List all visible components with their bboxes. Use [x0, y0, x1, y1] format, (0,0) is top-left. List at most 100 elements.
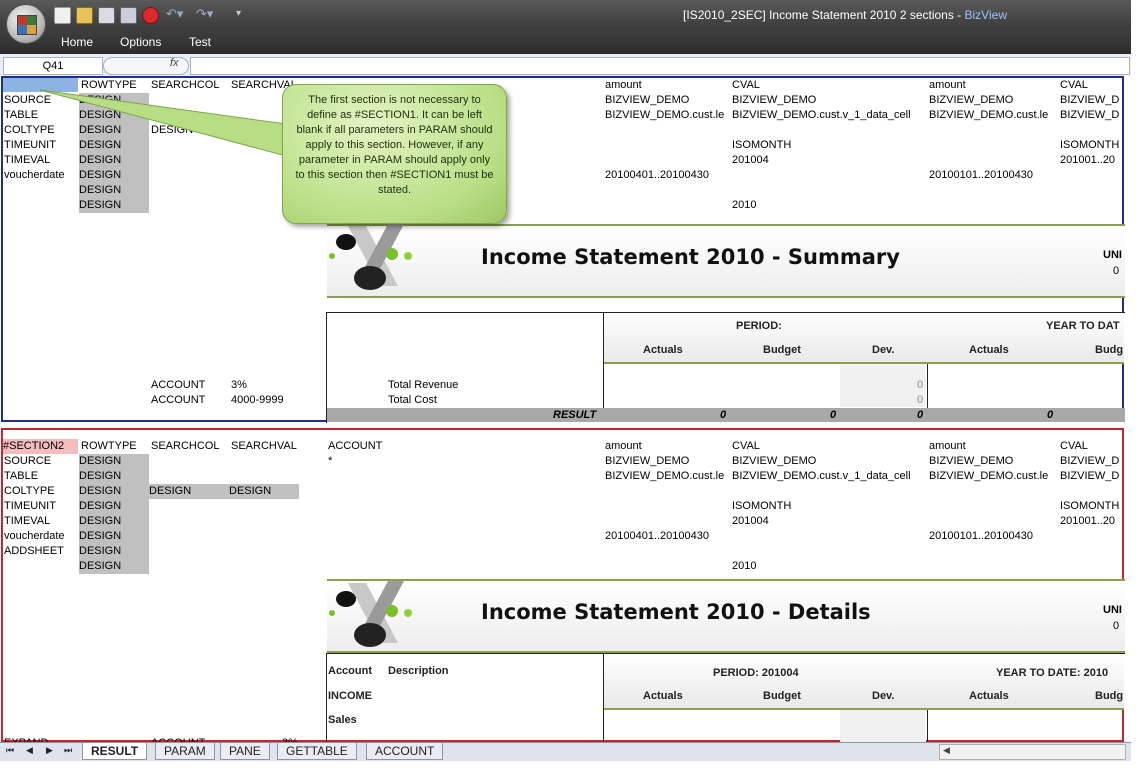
s1-account-type[interactable]: ACCOUNT: [151, 378, 205, 393]
s1-row-value[interactable]: BIZVIEW_DEMO: [732, 93, 816, 108]
last-sheet-icon[interactable]: ⏭: [64, 745, 72, 756]
sheet-tab-result[interactable]: RESULT: [82, 743, 148, 760]
formula-input[interactable]: [190, 57, 1130, 75]
s2-row-label[interactable]: SOURCE: [4, 454, 51, 469]
s1-account-value[interactable]: 4000-9999: [231, 393, 284, 408]
s1-row-value[interactable]: 20100401..20100430: [605, 168, 709, 183]
scroll-left-icon[interactable]: ◀: [943, 745, 950, 756]
customize-toolbar-chevron-icon[interactable]: ▾: [236, 8, 241, 19]
s1-account-dev[interactable]: 0: [917, 393, 923, 408]
s2-header-searchcol[interactable]: SEARCHCOL: [151, 439, 219, 454]
s1-account-type[interactable]: ACCOUNT: [151, 393, 205, 408]
prev-sheet-icon[interactable]: ◀: [26, 745, 33, 756]
sheet-tab-account[interactable]: ACCOUNT: [366, 743, 444, 760]
s1-row-rowtype[interactable]: DESIGN: [79, 183, 149, 198]
s2-row-value[interactable]: BIZVIEW_DEMO.cust.le: [605, 469, 731, 484]
s1-account-dev[interactable]: 0: [917, 378, 923, 393]
spreadsheet-grid[interactable]: ROWTYPE SEARCHCOL SEARCHVAL amount CVAL …: [0, 76, 1131, 743]
s2-row-rowtype[interactable]: DESIGN: [79, 559, 149, 574]
s1-row-value[interactable]: 2010: [732, 198, 756, 213]
s1-row-value[interactable]: BIZVIEW_DEMO.cust.le: [605, 108, 731, 123]
s2-row-label[interactable]: COLTYPE: [4, 484, 55, 499]
horizontal-scrollbar[interactable]: [939, 744, 1126, 760]
s2-row-value[interactable]: BIZVIEW_DEMO: [732, 454, 816, 469]
s1-row-value[interactable]: BIZVIEW_DEMO: [605, 93, 689, 108]
s2-row-label[interactable]: voucherdate: [4, 529, 65, 544]
s1-row-value[interactable]: ISOMONTH: [732, 138, 791, 153]
save-icon[interactable]: [98, 7, 115, 24]
s2-header-amount-2[interactable]: amount: [929, 439, 966, 454]
s1-account-value[interactable]: 3%: [231, 378, 247, 393]
s2-header-rowtype[interactable]: ROWTYPE: [81, 439, 137, 454]
next-sheet-icon[interactable]: ▶: [46, 745, 53, 756]
s1-account-desc[interactable]: Total Revenue: [388, 378, 458, 393]
s2-row-value[interactable]: ISOMONTH: [732, 499, 791, 514]
s2-row-value[interactable]: 20100101..20100430: [929, 529, 1033, 544]
s1-row-value[interactable]: BIZVIEW_D: [1060, 93, 1124, 108]
undo-icon[interactable]: ↶▾: [166, 6, 183, 22]
s2-row-account[interactable]: *: [328, 454, 332, 469]
sheet-tab-gettable[interactable]: GETTABLE: [277, 743, 357, 760]
s2-row-label[interactable]: TABLE: [4, 469, 38, 484]
s1-header-cval-2[interactable]: CVAL: [1060, 78, 1088, 93]
s2-row-value[interactable]: 201004: [732, 514, 769, 529]
s1-row-value[interactable]: 201001..20: [1060, 153, 1124, 168]
s2-row-value[interactable]: BIZVIEW_DEMO: [929, 454, 1013, 469]
s2-row-value[interactable]: BIZVIEW_DEMO.cust.le: [929, 469, 1059, 484]
s2-header-amount-1[interactable]: amount: [605, 439, 642, 454]
s1-row-value[interactable]: BIZVIEW_DEMO.cust.le: [929, 108, 1059, 123]
s1-row-value[interactable]: BIZVIEW_D: [1060, 108, 1124, 123]
save-as-icon[interactable]: [120, 7, 137, 24]
s2-row-value[interactable]: 201001..20: [1060, 514, 1124, 529]
s2-row-value[interactable]: ISOMONTH: [1060, 499, 1119, 514]
s2-row-rowtype[interactable]: DESIGN: [79, 499, 149, 514]
s2-row-value[interactable]: 20100401..20100430: [605, 529, 709, 544]
s1-row-value[interactable]: 201004: [732, 153, 769, 168]
s2-header-cval-2[interactable]: CVAL: [1060, 439, 1088, 454]
s1-account-desc[interactable]: Total Cost: [388, 393, 437, 408]
s1-row-value[interactable]: BIZVIEW_DEMO.cust.v_1_data_cell: [732, 108, 928, 123]
application-menu-button[interactable]: [6, 4, 46, 44]
s2-row-rowtype[interactable]: DESIGN: [79, 514, 149, 529]
s2-section-marker[interactable]: #SECTION2: [3, 439, 78, 454]
sheet-tab-param[interactable]: PARAM: [155, 743, 215, 760]
new-document-icon[interactable]: [54, 7, 71, 24]
first-sheet-icon[interactable]: ⏮: [6, 745, 14, 756]
sheet-tab-pane[interactable]: PANE: [220, 743, 270, 760]
s1-header-amount-1[interactable]: amount: [605, 78, 642, 93]
s2-row-rowtype[interactable]: DESIGN: [79, 454, 149, 469]
s1-header-amount-2[interactable]: amount: [929, 78, 966, 93]
s2-row-rowtype[interactable]: DESIGN: [79, 484, 149, 499]
s2-row-value[interactable]: 2010: [732, 559, 756, 574]
s1-row-value[interactable]: ISOMONTH: [1060, 138, 1119, 153]
s2-header-cval-1[interactable]: CVAL: [732, 439, 760, 454]
tab-options[interactable]: Options: [120, 35, 161, 49]
s2-income-label: INCOME: [328, 690, 372, 702]
s2-row-value[interactable]: BIZVIEW_D: [1060, 454, 1124, 469]
s2-row-value[interactable]: BIZVIEW_DEMO.cust.v_1_data_cell: [732, 469, 928, 484]
redo-icon[interactable]: ↷▾: [196, 6, 213, 22]
s2-row-searchval[interactable]: DESIGN: [229, 484, 299, 499]
tab-test[interactable]: Test: [189, 35, 211, 49]
s1-row-rowtype[interactable]: DESIGN: [79, 198, 149, 213]
name-box[interactable]: Q41: [3, 57, 103, 75]
s2-row-rowtype[interactable]: DESIGN: [79, 529, 149, 544]
s2-row-value[interactable]: BIZVIEW_D: [1060, 469, 1124, 484]
open-folder-icon[interactable]: [76, 7, 93, 24]
s1-header-cval-1[interactable]: CVAL: [732, 78, 760, 93]
s2-row-value[interactable]: BIZVIEW_DEMO: [605, 454, 689, 469]
function-icon[interactable]: fx: [170, 57, 179, 69]
s2-row-searchcol[interactable]: DESIGN: [149, 484, 229, 499]
s2-row-label[interactable]: ADDSHEET: [4, 544, 64, 559]
s1-row-value[interactable]: 20100101..20100430: [929, 168, 1033, 183]
tab-home[interactable]: Home: [61, 35, 93, 49]
close-red-icon[interactable]: [142, 7, 159, 24]
s2-row-label[interactable]: TIMEUNIT: [4, 499, 56, 514]
s2-row-rowtype[interactable]: DESIGN: [79, 469, 149, 484]
s2-header-searchval[interactable]: SEARCHVAL: [231, 439, 297, 454]
s2-row-rowtype[interactable]: DESIGN: [79, 544, 149, 559]
s2-header-account[interactable]: ACCOUNT: [328, 439, 382, 454]
s2-row-label[interactable]: TIMEVAL: [4, 514, 50, 529]
s1-row-value[interactable]: BIZVIEW_DEMO: [929, 93, 1013, 108]
s1-result-value: 0: [720, 409, 727, 421]
